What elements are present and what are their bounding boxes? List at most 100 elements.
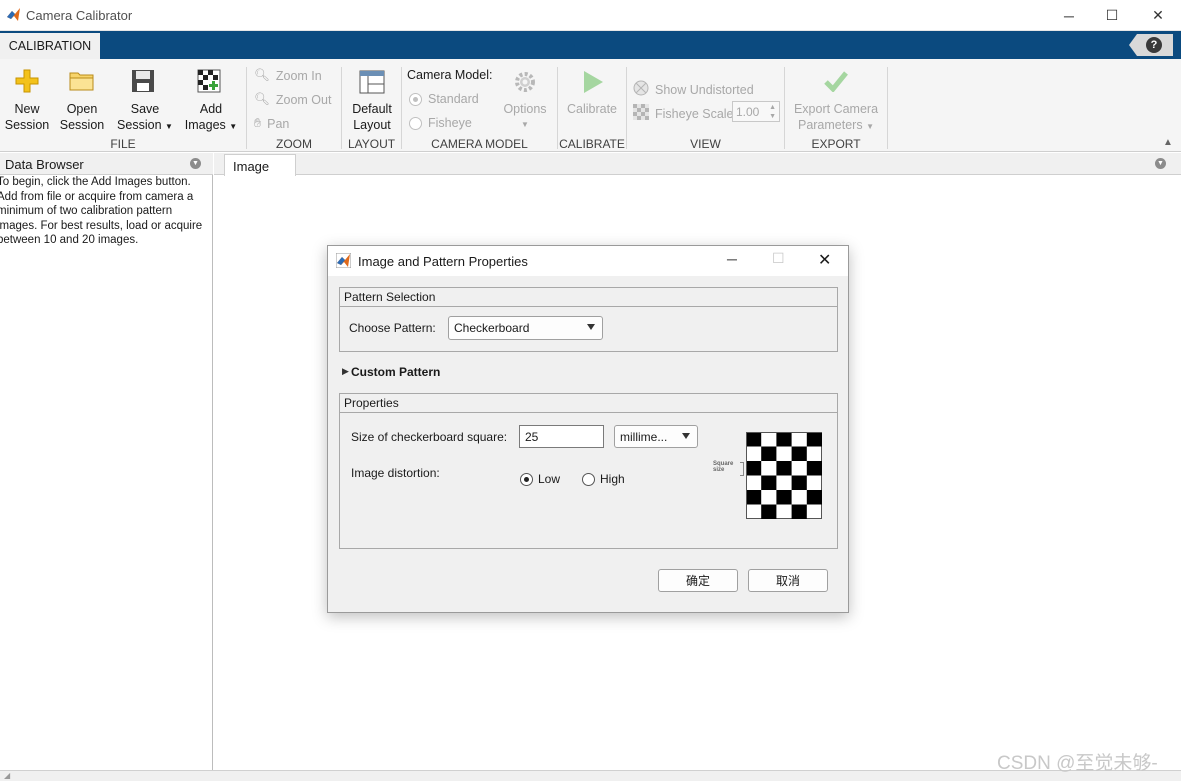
chevron-down-icon: ▼: [866, 122, 874, 131]
data-browser-menu-icon[interactable]: ▼: [190, 158, 201, 169]
undistort-icon: [633, 80, 649, 99]
checker-square: [806, 461, 822, 476]
calibrate-button[interactable]: Calibrate: [560, 101, 624, 117]
play-icon: [582, 70, 604, 99]
watermark: CSDN @至觉未够-: [997, 753, 1158, 774]
resize-grip-icon[interactable]: ◢: [4, 771, 10, 780]
checker-square: [791, 475, 807, 490]
standard-radio[interactable]: Standard: [409, 92, 479, 106]
save-session-button[interactable]: Save Session ▼: [112, 101, 178, 135]
zoom-out-button[interactable]: 🔍︎ Zoom Out: [254, 92, 331, 107]
checkmark-icon: [824, 70, 848, 97]
data-browser-title: Data Browser: [5, 157, 84, 172]
group-heading: Properties: [340, 394, 837, 413]
pan-button[interactable]: ✋︎ Pan: [254, 116, 289, 131]
close-button[interactable]: ✕: [1135, 0, 1181, 31]
new-session-button[interactable]: New Session: [2, 101, 52, 133]
section-label-view: VIEW: [690, 137, 721, 151]
zoom-in-icon: 🔍︎: [254, 68, 270, 82]
save-icon: [131, 69, 155, 98]
image-pane-menu-icon[interactable]: ▼: [1155, 158, 1166, 169]
checker-square: [791, 446, 807, 461]
checker-square: [761, 475, 777, 490]
radio-icon: [582, 472, 595, 486]
radio-icon: [409, 116, 422, 130]
title-bar: Camera Calibrator ─ ☐ ✕: [0, 0, 1181, 31]
minimize-button[interactable]: ─: [1046, 0, 1092, 31]
radio-selected-icon: [409, 92, 422, 106]
default-layout-button[interactable]: Default Layout: [344, 101, 400, 133]
checker-square: [776, 433, 792, 447]
spinner-arrows-icon: ▲ ▼: [769, 104, 776, 120]
units-dropdown[interactable]: millime...: [614, 425, 698, 448]
dialog-maximize-button[interactable]: ☐: [772, 250, 785, 267]
options-button[interactable]: Options ▼: [497, 101, 553, 133]
chevron-down-icon: ▼: [521, 120, 529, 129]
checker-square: [747, 461, 762, 476]
maximize-button[interactable]: ☐: [1089, 0, 1135, 31]
gear-icon: [513, 70, 537, 99]
show-undistorted-button[interactable]: Show Undistorted: [633, 80, 754, 99]
expand-arrow-icon[interactable]: ▶: [342, 366, 349, 377]
custom-pattern-toggle[interactable]: Custom Pattern: [351, 365, 440, 379]
default-layout-icon: [359, 70, 385, 99]
zoom-out-icon: 🔍︎: [254, 92, 270, 106]
choose-pattern-label: Choose Pattern:: [349, 321, 436, 335]
tab-calibration[interactable]: CALIBRATION: [0, 31, 100, 59]
data-browser-instructions: To begin, click the Add Images button. A…: [0, 176, 203, 247]
fisheye-scale-spinner[interactable]: 1.00 ▲ ▼: [732, 101, 780, 122]
section-label-layout: LAYOUT: [347, 137, 396, 151]
checker-square: [806, 433, 822, 447]
pattern-dropdown[interactable]: Checkerboard: [448, 316, 603, 340]
tab-image[interactable]: Image: [224, 154, 296, 176]
collapse-toolstrip-icon[interactable]: ▲: [1163, 137, 1173, 148]
zoom-in-button[interactable]: 🔍︎ Zoom In: [254, 68, 322, 83]
image-pattern-properties-dialog: Image and Pattern Properties ─ ☐ ✕ Patte…: [327, 245, 849, 613]
checkerboard-icon: [633, 104, 649, 123]
matlab-logo-icon: [6, 7, 21, 27]
dimension-marker: [740, 462, 744, 476]
square-size-input[interactable]: 25: [519, 425, 604, 448]
chevron-down-icon: ▼: [165, 122, 173, 131]
camera-model-heading: Camera Model:: [407, 68, 493, 82]
square-size-annotation: Square size: [713, 461, 734, 473]
checker-square: [806, 490, 822, 505]
window-title: Camera Calibrator: [26, 8, 133, 23]
distortion-low-radio[interactable]: Low: [520, 472, 560, 486]
dialog-close-button[interactable]: ✕: [818, 250, 831, 270]
checker-square: [791, 504, 807, 519]
image-distortion-label: Image distortion:: [351, 466, 440, 480]
open-folder-icon: [69, 70, 95, 97]
hand-icon: ✋︎: [254, 116, 262, 130]
dialog-title-bar: Image and Pattern Properties ─ ☐ ✕: [328, 246, 848, 276]
help-button[interactable]: ?: [1129, 34, 1173, 56]
chevron-down-icon: [682, 433, 690, 439]
dialog-title: Image and Pattern Properties: [358, 254, 528, 269]
radio-selected-icon: [520, 472, 533, 486]
square-size-label: Size of checkerboard square:: [351, 430, 508, 444]
fisheye-scale-control: Fisheye Scale: [633, 104, 734, 123]
section-label-file: FILE: [110, 137, 136, 151]
matlab-logo-icon: [335, 252, 352, 273]
fisheye-radio[interactable]: Fisheye: [409, 116, 472, 130]
help-icon: ?: [1146, 37, 1162, 53]
section-label-calibrate: CALIBRATE: [559, 137, 625, 151]
divider: [887, 67, 888, 149]
checker-square: [776, 461, 792, 476]
cancel-button[interactable]: 取消: [748, 569, 828, 592]
open-session-button[interactable]: Open Session: [56, 101, 108, 133]
checkerboard-preview-image: [746, 432, 822, 524]
dialog-minimize-button[interactable]: ─: [727, 251, 737, 267]
image-pane-header: [214, 153, 1181, 175]
distortion-high-radio[interactable]: High: [582, 472, 625, 486]
add-images-icon: [197, 69, 221, 98]
ok-button[interactable]: 确定: [658, 569, 738, 592]
app-window: Camera Calibrator ─ ☐ ✕ CALIBRATION ? Ne…: [0, 0, 1181, 781]
ribbon-tab-strip: [0, 31, 1181, 59]
section-label-export: EXPORT: [811, 137, 861, 151]
checker-square: [761, 446, 777, 461]
checker-square: [747, 490, 762, 505]
export-camera-parameters-button[interactable]: Export Camera Parameters ▼: [786, 101, 886, 135]
add-images-button[interactable]: Add Images ▼: [180, 101, 242, 135]
chevron-down-icon: ▼: [229, 122, 238, 131]
